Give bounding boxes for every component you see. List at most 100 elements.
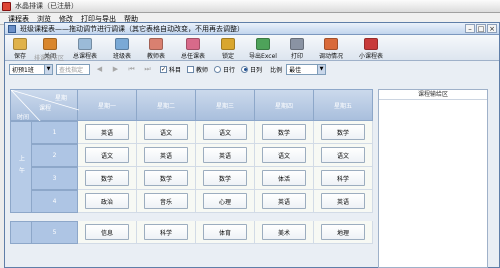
toolbar-button-excel[interactable]: 导出Excel (243, 35, 283, 61)
baidu-watermark-logo: Baidu经验 (400, 227, 465, 240)
window-icon (8, 24, 16, 33)
scale-label: 比例 (270, 66, 283, 74)
toolbar-label: 打印 (290, 53, 303, 60)
day-row-radio-dot (214, 65, 222, 73)
forward-arrow-icon[interactable]: ▶ (109, 64, 122, 75)
toolbar-label: 总课程表 (72, 53, 97, 60)
day-header-thu: 星期四 (255, 89, 314, 121)
schedule-cell: 科学 (314, 167, 373, 190)
toolbar-button-teaching-table[interactable]: 总任课表 (173, 35, 213, 61)
course-block[interactable]: 美术 (262, 224, 306, 240)
toolbar-button-save[interactable]: 保存 (5, 35, 35, 61)
toolbar-button-master-schedule[interactable]: 总课程表 (65, 35, 105, 61)
grid-header: 星期 课程 时间 星期一 星期二 星期三 星期四 星期五 (10, 89, 373, 122)
course-block[interactable]: 科学 (144, 224, 188, 240)
toolbar-button-lock[interactable]: 锁定 (213, 35, 243, 61)
toolbar-button-print[interactable]: 打印 (283, 35, 311, 61)
toolbar-button-adjust[interactable]: 调动情况 (311, 35, 351, 61)
day-header-wed: 星期三 (196, 89, 255, 121)
schedule-cell: 语文 (314, 144, 373, 167)
day-column-label: 日列 (250, 66, 263, 74)
schedule-cell: 数学 (314, 121, 373, 144)
maximize-button[interactable]: □ (476, 24, 486, 33)
course-block[interactable]: 语文 (203, 124, 247, 140)
class-table-icon (115, 38, 129, 50)
course-block[interactable]: 语文 (321, 147, 365, 163)
back-arrow-icon[interactable]: ◀ (93, 64, 106, 75)
close-window-button[interactable]: × (487, 24, 497, 33)
schedule-cell: 音乐 (137, 190, 196, 213)
course-block[interactable]: 体活 (262, 170, 306, 186)
course-block[interactable]: 音乐 (144, 193, 188, 209)
course-block[interactable]: 英语 (85, 124, 129, 140)
period-number: 5 (32, 221, 78, 244)
corner-label-time: 时间 (17, 114, 30, 121)
toolbar-button-teacher-table[interactable]: 教师表 (139, 35, 173, 61)
course-block[interactable]: 数学 (85, 170, 129, 186)
class-select[interactable]: 初预1班 ▼ (9, 63, 53, 75)
course-block[interactable]: 心理 (203, 193, 247, 209)
excel-icon (256, 38, 270, 50)
schedule-cell: 数学 (255, 121, 314, 144)
schedule-cell: 语文 (255, 144, 314, 167)
toolbar-label: 锁定 (221, 53, 234, 60)
course-block[interactable]: 数学 (203, 170, 247, 186)
course-pool-title: 课程输给区 (379, 90, 487, 100)
toolbar-label: 班级表 (112, 53, 131, 60)
toolbar-label: 总任课表 (180, 53, 205, 60)
course-block[interactable]: 英语 (262, 193, 306, 209)
subject-checkbox[interactable]: ✓ 科目 (160, 65, 181, 74)
course-block[interactable]: 体育 (203, 224, 247, 240)
toolbar-label: 保存 (13, 53, 26, 60)
subject-check-box: ✓ (160, 65, 167, 73)
day-column-radio-dot (241, 65, 249, 73)
scale-select[interactable]: 最佳 ▼ (286, 63, 327, 75)
save-icon (13, 38, 27, 50)
day-row-radio[interactable]: 日行 (214, 65, 235, 74)
toolbar-label: 导出Excel (249, 53, 277, 60)
first-arrow-icon[interactable]: ⏮ (125, 64, 138, 75)
toolbar-label: 调动情况 (318, 53, 343, 60)
app-title: 水晶排课（已注册） (15, 2, 78, 10)
course-block[interactable]: 科学 (321, 170, 365, 186)
day-column-radio[interactable]: 日列 (241, 65, 262, 74)
teaching-table-icon (186, 38, 200, 50)
course-block[interactable]: 英语 (144, 147, 188, 163)
toolbar-label: 小课程表 (358, 53, 383, 60)
course-block[interactable]: 英语 (203, 147, 247, 163)
teacher-checkbox[interactable]: 教师 (187, 65, 208, 74)
small-schedule-icon (364, 38, 378, 50)
window-titlebar[interactable]: 班级课程表——拖动调节进行调课（其它表格自动改变，不用再去调整） – □ × (5, 23, 499, 35)
print-icon (290, 38, 304, 50)
minimize-button[interactable]: – (465, 24, 475, 33)
schedule-cell: 体活 (255, 167, 314, 190)
course-block[interactable]: 数学 (321, 124, 365, 140)
adjust-icon (324, 38, 338, 50)
course-block[interactable]: 数学 (144, 170, 188, 186)
teacher-checkbox-label: 教师 (196, 66, 209, 74)
schedule-cell: 语文 (196, 121, 255, 144)
course-block[interactable]: 语文 (262, 147, 306, 163)
search-input[interactable]: 查找指定 (56, 63, 90, 75)
toolbar-label: 教师表 (146, 53, 165, 60)
scale-select-value: 最佳 (289, 66, 302, 74)
schedule-cell: 数学 (196, 167, 255, 190)
teacher-table-icon (149, 38, 163, 50)
schedule-cell: 英语 (314, 190, 373, 213)
baidu-watermark-url: jingyan.baidu.com (440, 240, 487, 246)
course-block[interactable]: 数学 (262, 124, 306, 140)
course-block[interactable]: 语文 (85, 147, 129, 163)
schedule-cell: 数学 (137, 167, 196, 190)
schedule-cell: 英语 (78, 121, 137, 144)
course-block[interactable]: 英语 (321, 193, 365, 209)
search-placeholder: 查找指定 (59, 66, 84, 74)
section-label: 上午 (10, 121, 32, 213)
chevron-down-icon: ▼ (317, 64, 326, 74)
toolbar-button-class-table[interactable]: 班级表 (105, 35, 139, 61)
toolbar-button-small-schedule[interactable]: 小课程表 (351, 35, 391, 61)
course-block[interactable]: 地理 (321, 224, 365, 240)
course-block[interactable]: 政治 (85, 193, 129, 209)
course-block[interactable]: 语文 (144, 124, 188, 140)
course-block[interactable]: 信息 (85, 224, 129, 240)
last-arrow-icon[interactable]: ⏭ (141, 64, 154, 75)
